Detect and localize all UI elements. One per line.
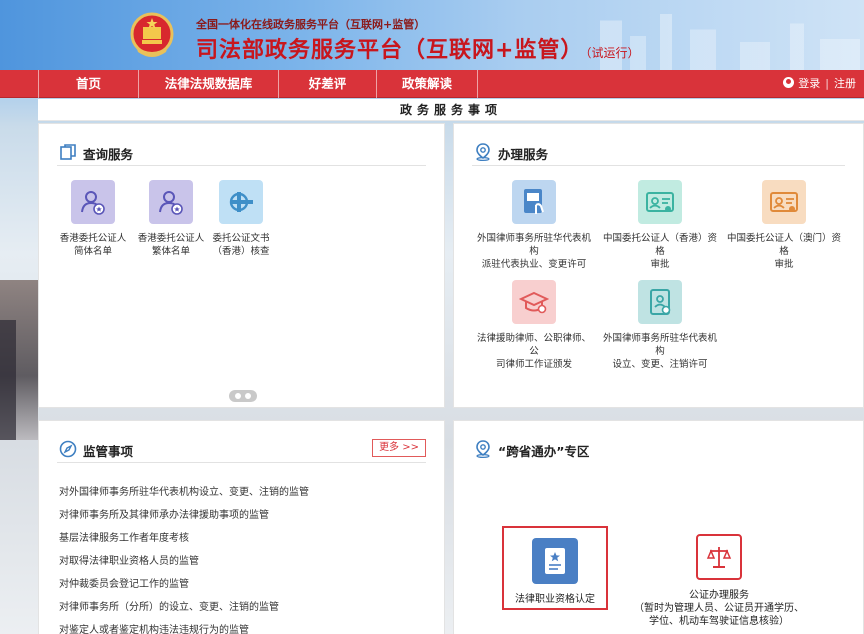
user-icon	[783, 77, 795, 88]
main-nav: 首页 法律法规数据库 好差评 政策解读 登录 | 注册	[0, 70, 864, 98]
nav-policy[interactable]: 政策解读	[376, 70, 478, 98]
compass-icon	[59, 440, 77, 458]
service-label-line2: （暂时为管理人员、公证员开通学历、	[634, 603, 804, 614]
site-subtitle: 全国一体化在线政务服务平台（互联网+监管）	[196, 18, 426, 31]
background-tower-decoration	[0, 320, 16, 440]
service-label-line2: 司律师工作证颁发	[495, 359, 572, 370]
query-service-panel: 查询服务 香港委托公证人 简体名单 香港委托公证人 繁体名单 委托公证文书 （香…	[38, 123, 445, 408]
section-title: 政务服务事项	[38, 99, 864, 121]
carousel-pagination[interactable]	[229, 390, 257, 402]
nav-law-database[interactable]: 法律法规数据库	[138, 70, 278, 98]
supervision-item[interactable]: 对鉴定人或者鉴定机构违法违规行为的监管	[59, 621, 249, 634]
service-label-line2: 繁体名单	[151, 246, 190, 257]
seal-icon	[219, 180, 263, 224]
graduation-cap-icon	[512, 280, 556, 324]
service-label-line2: （香港）核查	[212, 246, 270, 257]
nav-home[interactable]: 首页	[38, 70, 138, 98]
supervision-item[interactable]: 对律师事务所（分所）的设立、变更、注销的监管	[59, 598, 279, 613]
service-label-line1: 公证办理服务	[689, 590, 749, 601]
query-panel-header: 查询服务	[57, 142, 426, 166]
service-label-line2: 审批	[650, 259, 670, 270]
service-legal-profession-qualification[interactable]: 法律职业资格认定	[502, 526, 608, 610]
service-hk-notary-document-check[interactable]: 委托公证文书 （香港）核查	[201, 180, 281, 258]
location-pin-icon	[476, 440, 490, 458]
document-icon	[638, 280, 682, 324]
service-label: 法律援助律师、公职律师、公司律师工作证颁发	[474, 332, 594, 371]
service-macau-notary-qualification[interactable]: 中国委托公证人（澳门）资格审批	[724, 180, 844, 271]
site-title-text: 司法部政务服务平台（互联网+监管）	[196, 38, 584, 63]
cross-province-panel: “跨省通办”专区 法律职业资格认定 公证办理服务 （暂时为管理人员、公证员开通学…	[453, 420, 864, 634]
person-badge-icon	[149, 180, 193, 224]
service-label: 外国律师事务所驻华代表机构派驻代表执业、变更许可	[474, 232, 594, 271]
service-notarization[interactable]: 公证办理服务 （暂时为管理人员、公证员开通学历、 学位、机动车驾驶证信息核验）	[634, 534, 804, 628]
supervision-panel-title: 监管事项	[83, 444, 134, 459]
scales-icon	[696, 534, 742, 580]
cross-province-panel-header: “跨省通办”专区	[472, 439, 845, 463]
service-hk-notary-qualification[interactable]: 中国委托公证人（香港）资格审批	[600, 180, 720, 271]
handle-service-panel: 办理服务 外国律师事务所驻华代表机构 派驻代表执业、变更许可 中国委托公证人（香港…	[453, 123, 864, 408]
trial-label: （试运行）	[585, 46, 640, 60]
service-hk-notary-simplified[interactable]: 香港委托公证人 简体名单	[51, 180, 135, 258]
site-title: 司法部政务服务平台（互联网+监管） （试运行）	[196, 32, 639, 64]
service-label-line2: 简体名单	[73, 246, 112, 257]
service-label: 法律职业资格认定	[515, 594, 595, 605]
service-lawyer-work-permit[interactable]: 法律援助律师、公职律师、公司律师工作证颁发	[474, 280, 594, 371]
supervision-item[interactable]: 对律师事务所及其律师承办法律援助事项的监管	[59, 506, 269, 521]
id-card-icon	[762, 180, 806, 224]
supervision-item[interactable]: 对取得法律职业资格人员的监管	[59, 552, 199, 567]
national-emblem-icon	[130, 12, 174, 57]
login-link[interactable]: 登录	[798, 77, 820, 90]
service-label-line1: 中国委托公证人（香港）资格	[602, 233, 717, 257]
user-links: 登录 | 注册	[783, 70, 856, 98]
service-label-line2: 派驻代表执业、变更许可	[481, 259, 587, 270]
location-pin-icon	[476, 143, 490, 161]
register-link[interactable]: 注册	[834, 77, 856, 90]
service-foreign-law-firm-establishment[interactable]: 外国律师事务所驻华代表机构设立、变更、注销许可	[600, 280, 720, 371]
service-label: 外国律师事务所驻华代表机构设立、变更、注销许可	[600, 332, 720, 371]
service-label: 委托公证文书 （香港）核查	[201, 232, 281, 258]
service-label: 公证办理服务 （暂时为管理人员、公证员开通学历、 学位、机动车驾驶证信息核验）	[634, 589, 804, 628]
service-label: 香港委托公证人 简体名单	[51, 232, 135, 258]
supervision-item[interactable]: 基层法律服务工作者年度考核	[59, 529, 189, 544]
service-foreign-law-firm-representative[interactable]: 外国律师事务所驻华代表机构派驻代表执业、变更许可	[474, 180, 594, 271]
service-label-line1: 委托公证文书	[212, 233, 270, 244]
service-label-line1: 香港委托公证人	[59, 233, 127, 244]
person-badge-icon	[71, 180, 115, 224]
certificate-icon	[532, 538, 578, 584]
copy-icon	[60, 144, 76, 160]
service-label: 中国委托公证人（澳门）资格审批	[724, 232, 844, 271]
supervision-item[interactable]: 对仲裁委员会登记工作的监管	[59, 575, 189, 590]
skyline-decoration	[600, 8, 864, 70]
service-label-line3: 学位、机动车驾驶证信息核验）	[649, 616, 789, 627]
id-card-icon	[638, 180, 682, 224]
supervision-item[interactable]: 对外国律师事务所驻华代表机构设立、变更、注销的监管	[59, 483, 309, 498]
nav-rating[interactable]: 好差评	[278, 70, 376, 98]
handle-panel-title: 办理服务	[498, 147, 549, 162]
service-label-line2: 设立、变更、注销许可	[612, 359, 708, 370]
service-label-line1: 香港委托公证人	[137, 233, 205, 244]
service-label-line1: 法律援助律师、公职律师、公	[476, 333, 591, 357]
supervision-panel: 监管事项 更多 >> 对外国律师事务所驻华代表机构设立、变更、注销的监管 对律师…	[38, 420, 445, 634]
cross-province-panel-title: “跨省通办”专区	[498, 444, 590, 459]
handle-panel-header: 办理服务	[472, 142, 845, 166]
service-label: 中国委托公证人（香港）资格审批	[600, 232, 720, 271]
supervision-panel-header: 监管事项 更多 >>	[57, 439, 426, 463]
query-panel-title: 查询服务	[83, 147, 134, 162]
header-banner: 全国一体化在线政务服务平台（互联网+监管） 司法部政务服务平台（互联网+监管）（…	[0, 0, 864, 70]
document-touch-icon	[512, 180, 556, 224]
service-label-line1: 外国律师事务所驻华代表机构	[476, 233, 591, 257]
link-separator: |	[825, 77, 829, 90]
service-label-line2: 审批	[774, 259, 794, 270]
more-button[interactable]: 更多 >>	[372, 439, 426, 457]
service-label-line1: 中国委托公证人（澳门）资格	[726, 233, 841, 257]
service-label-line1: 外国律师事务所驻华代表机构	[602, 333, 717, 357]
